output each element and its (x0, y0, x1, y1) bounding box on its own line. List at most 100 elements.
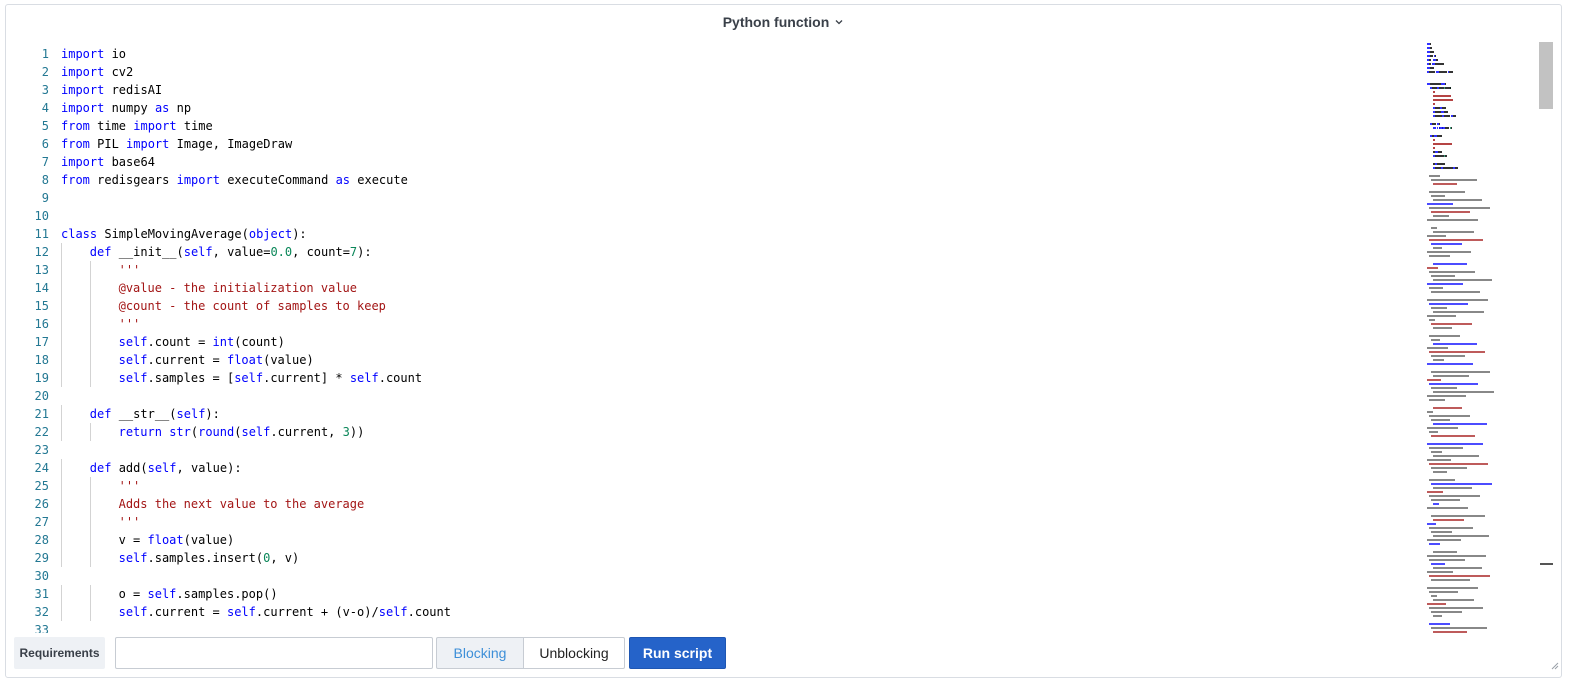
minimap-line (1435, 155, 1444, 157)
code-line[interactable]: 4 import numpy as np (6, 99, 1416, 117)
unblocking-toggle[interactable]: Unblocking (523, 637, 625, 669)
code-text: import base64 (61, 153, 155, 171)
code-line[interactable]: 30 (6, 567, 1416, 585)
code-line[interactable]: 3 import redisAI (6, 81, 1416, 99)
code-text: ''' (119, 315, 141, 333)
code-token: time (176, 119, 213, 133)
code-token: , count= (292, 245, 350, 259)
code-line[interactable]: 1 import io (6, 45, 1416, 63)
code-line[interactable]: 2 import cv2 (6, 63, 1416, 81)
code-line[interactable]: 22 return str(round(self.current, 3)) (6, 423, 1416, 441)
indent-guide (61, 261, 62, 279)
code-line[interactable]: 26 Adds the next value to the average (6, 495, 1416, 513)
blocking-toggle[interactable]: Blocking (436, 637, 524, 669)
code-token: , value= (212, 245, 271, 259)
code-token: def (89, 245, 112, 259)
code-line[interactable]: 27 ''' (6, 513, 1416, 531)
scrollbar-position-marker (1540, 563, 1553, 565)
code-minimap[interactable] (1421, 41, 1541, 633)
line-number: 1 (41, 47, 49, 61)
code-token: int (212, 335, 235, 349)
code-text: from PIL import Image, ImageDraw (61, 135, 292, 153)
line-number: 25 (34, 479, 49, 493)
minimap-line (1433, 343, 1477, 345)
code-line[interactable]: 17 self.count = int(count) (6, 333, 1416, 351)
code-line[interactable]: 14 @value - the initialization value (6, 279, 1416, 297)
code-token: .current] * (263, 371, 350, 385)
code-text: return str(round(self.current, 3)) (119, 423, 365, 441)
code-line[interactable]: 29 self.samples.insert(0, v) (6, 549, 1416, 567)
minimap-line (1433, 631, 1467, 633)
code-line[interactable]: 18 self.current = float(value) (6, 351, 1416, 369)
minimap-line (1431, 563, 1445, 565)
minimap-line (1438, 123, 1440, 125)
line-number: 22 (34, 425, 49, 439)
code-text: import cv2 (61, 63, 133, 81)
minimap-line (1433, 391, 1494, 393)
minimap-line (1433, 231, 1474, 233)
minimap-line (1427, 395, 1466, 397)
code-line[interactable]: 15 @count - the count of samples to keep (6, 297, 1416, 315)
code-line[interactable]: 25 ''' (6, 477, 1416, 495)
indent-guide (89, 531, 91, 549)
minimap-line (1430, 43, 1432, 45)
resize-handle-icon[interactable] (1551, 657, 1559, 675)
code-line[interactable]: 21 def __str__(self): (6, 405, 1416, 423)
code-line[interactable]: 5 from time import time (6, 117, 1416, 135)
minimap-line (1427, 363, 1473, 365)
minimap-line (1444, 115, 1451, 117)
minimap-line (1444, 83, 1446, 85)
code-line[interactable]: 16 ''' (6, 315, 1416, 333)
code-line[interactable]: 7 import base64 (6, 153, 1416, 171)
script-toolbar: Requirements Blocking Unblocking Run scr… (6, 637, 1561, 669)
minimap-line (1429, 383, 1478, 385)
code-token: self (118, 371, 148, 385)
code-line[interactable]: 10 (6, 207, 1416, 225)
requirements-input[interactable] (115, 637, 433, 669)
minimap-line (1433, 91, 1435, 93)
code-token: SimpleMovingAverage( (97, 227, 249, 241)
code-line[interactable]: 23 (6, 441, 1416, 459)
code-token: 0.0 (270, 245, 293, 259)
minimap-line (1427, 443, 1483, 445)
run-script-button[interactable]: Run script (629, 637, 726, 669)
minimap-line (1433, 407, 1462, 409)
line-number: 19 (34, 371, 49, 385)
code-line[interactable]: 28 v = float(value) (6, 531, 1416, 549)
code-line[interactable]: 12 def __init__(self, value=0.0, count=7)… (6, 243, 1416, 261)
minimap-line (1435, 167, 1441, 169)
code-token: self (147, 587, 177, 601)
code-line[interactable]: 8 from redisgears import executeCommand a… (6, 171, 1416, 189)
code-line[interactable]: 13 ''' (6, 261, 1416, 279)
code-line[interactable]: 11 class SimpleMovingAverage(object): (6, 225, 1416, 243)
code-token: .samples.insert( (147, 551, 264, 565)
code-text: self.current = self.current + (v-o)/self… (119, 603, 451, 621)
minimap-line (1436, 135, 1442, 137)
code-text: class SimpleMovingAverage(object): (61, 225, 307, 243)
minimap-line (1429, 447, 1463, 449)
code-token: import (176, 173, 220, 187)
minimap-line (1431, 595, 1437, 597)
minimap-line (1429, 415, 1470, 417)
code-line[interactable]: 33 (6, 621, 1416, 633)
minimap-line (1444, 111, 1448, 113)
code-token: self (183, 245, 213, 259)
indent-guide (89, 369, 91, 387)
minimap-line (1429, 351, 1485, 353)
line-number: 2 (41, 65, 49, 79)
code-line[interactable]: 19 self.samples = [self.current] * self.c… (6, 369, 1416, 387)
code-editor[interactable]: 1 import io 2 import cv2 3 import redisAI 4 imp… (6, 41, 1561, 633)
code-line[interactable]: 6 from PIL import Image, ImageDraw (6, 135, 1416, 153)
minimap-line (1429, 575, 1490, 577)
code-line[interactable]: 20 (6, 387, 1416, 405)
code-line[interactable]: 31 o = self.samples.pop() (6, 585, 1416, 603)
code-line[interactable]: 9 (6, 189, 1416, 207)
code-line[interactable]: 32 self.current = self.current + (v-o)/se… (6, 603, 1416, 621)
minimap-line (1427, 427, 1458, 429)
panel-header[interactable]: Python function (6, 10, 1561, 34)
editor-scrollbar-thumb[interactable] (1539, 42, 1553, 109)
code-token: .count (407, 605, 451, 619)
chevron-down-icon[interactable] (834, 17, 844, 27)
code-line[interactable]: 24 def add(self, value): (6, 459, 1416, 477)
line-number: 17 (34, 335, 49, 349)
